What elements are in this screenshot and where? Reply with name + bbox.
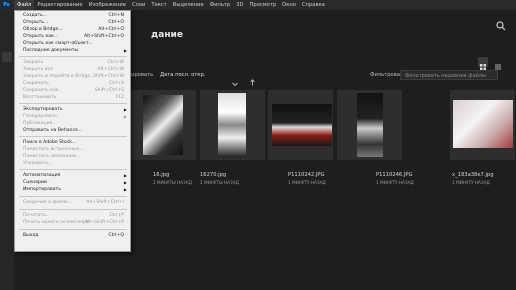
menu-type[interactable]: Текст — [148, 0, 169, 10]
thumbnail-5-name: x_183a38e7.jpg — [452, 172, 494, 178]
photoshop-logo: Ps — [2, 1, 11, 9]
page-title: дание — [151, 30, 183, 40]
menu-item-new[interactable]: Создать... Ctrl+N — [15, 12, 130, 19]
thumbnail-3-time: 1 МИНУТУ НАЗАД — [288, 180, 326, 185]
submenu-arrow-icon: ▶ — [123, 48, 127, 53]
sort-dropdown[interactable]: Дата посл. откр. — [160, 72, 205, 78]
menu-file[interactable]: Файл — [14, 0, 35, 10]
menu-item-publish[interactable]: Публикация... — [15, 120, 130, 127]
menu-item-recent-documents[interactable]: Последние документы ▶ — [15, 47, 130, 54]
menu-bar: Ps Файл Редактирование Изображение Слои … — [0, 0, 516, 10]
submenu-arrow-icon: ▶ — [123, 187, 127, 192]
menu-separator — [19, 136, 127, 137]
thumbnail-4-time: 1 МИНУТУ НАЗАД — [376, 180, 414, 185]
submenu-arrow-icon: ▶ — [123, 107, 127, 112]
menu-item-close[interactable]: Закрыть Ctrl+W — [15, 59, 130, 66]
search-icon[interactable] — [496, 16, 506, 31]
thumbnail-2-time: 2 МИНУТЫ НАЗАД — [200, 180, 239, 185]
menu-select[interactable]: Выделение — [170, 0, 207, 10]
thumbnail-1-time: 2 МИНУТЫ НАЗАД — [153, 180, 192, 185]
thumbnail-3-name: P1110242.JPG — [288, 172, 325, 178]
submenu-arrow-icon: ▶ — [123, 114, 127, 119]
menu-item-share-behance[interactable]: Отправить на Behance... — [15, 127, 130, 134]
menu-item-scripts[interactable]: Сценарии ▶ — [15, 179, 130, 186]
thumbnail-3[interactable] — [268, 90, 333, 160]
sort-direction-icon[interactable] — [250, 71, 255, 90]
menu-item-exit[interactable]: Выход Ctrl+Q — [15, 232, 130, 239]
menu-item-print[interactable]: Печатать... Ctrl+P — [15, 212, 130, 219]
menu-separator — [19, 209, 127, 210]
menu-item-open-smart-object[interactable]: Открыть как смарт-объект... — [15, 40, 130, 47]
menu-item-close-all[interactable]: Закрыть все Alt+Ctrl+W — [15, 66, 130, 73]
menu-image[interactable]: Изображение — [86, 0, 129, 10]
menu-3d[interactable]: 3D — [233, 0, 246, 10]
list-view-icon[interactable] — [493, 57, 503, 70]
menu-window[interactable]: Окно — [279, 0, 299, 10]
menu-help[interactable]: Справка — [299, 0, 328, 10]
menu-item-revert[interactable]: Восстановить F12 — [15, 94, 130, 101]
menu-edit[interactable]: Редактирование — [34, 0, 85, 10]
file-menu-dropdown: Создать... Ctrl+N Открыть... Ctrl+O Обзор … — [14, 10, 131, 252]
menu-layers[interactable]: Слои — [129, 0, 148, 10]
thumbnail-4-name: P1110246.JPG — [376, 172, 413, 178]
home-button[interactable] — [2, 52, 12, 62]
thumbnail-1[interactable] — [131, 90, 196, 160]
menu-view[interactable]: Просмотр — [247, 0, 280, 10]
grid-view-icon[interactable] — [478, 57, 488, 70]
thumbnail-2[interactable] — [200, 90, 265, 160]
menu-item-import[interactable]: Импортировать ▶ — [15, 186, 130, 193]
menu-item-file-info[interactable]: Сведения о файле... Alt+Shift+Ctrl+I — [15, 199, 130, 206]
menu-item-close-go-bridge[interactable]: Закрыть и перейти в Bridge... Shift+Ctrl+… — [15, 73, 130, 80]
chevron-down-icon[interactable] — [232, 72, 238, 91]
menu-separator — [19, 196, 127, 197]
thumbnail-4[interactable] — [337, 90, 402, 160]
sort-label: ировать — [131, 72, 154, 78]
menu-item-print-one-copy[interactable]: Печать одного экземпляра Alt+Shift+Ctrl+P — [15, 219, 130, 226]
menu-separator — [19, 229, 127, 230]
menu-item-open-as[interactable]: Открыть как... Alt+Shift+Ctrl+O — [15, 33, 130, 40]
menu-item-save[interactable]: Сохранить Ctrl+S — [15, 80, 130, 87]
menu-separator — [19, 103, 127, 104]
menu-separator — [19, 169, 127, 170]
menu-item-package[interactable]: Упаковать... — [15, 160, 130, 167]
menu-item-export[interactable]: Экспортировать ▶ — [15, 106, 130, 113]
menu-item-place-linked[interactable]: Поместить связанные... — [15, 153, 130, 160]
menu-item-place-embedded[interactable]: Поместить встроенные... — [15, 146, 130, 153]
menu-item-automate[interactable]: Автоматизация ▶ — [15, 172, 130, 179]
left-sidebar — [0, 10, 14, 290]
menu-item-open[interactable]: Открыть... Ctrl+O — [15, 19, 130, 26]
menu-item-save-as[interactable]: Сохранить как... Shift+Ctrl+S — [15, 87, 130, 94]
thumbnail-5[interactable] — [450, 90, 515, 160]
thumbnail-5-time: 1 МИНУТУ НАЗАД — [452, 180, 490, 185]
submenu-arrow-icon: ▶ — [123, 180, 127, 185]
menu-filter[interactable]: Фильтр — [207, 0, 234, 10]
submenu-arrow-icon: ▶ — [123, 173, 127, 178]
menu-item-search-adobe-stock[interactable]: Поиск в Adobe Stock... — [15, 139, 130, 146]
menu-item-browse-bridge[interactable]: Обзор в Bridge... Alt+Ctrl+O — [15, 26, 130, 33]
thumbnail-1-name: 16.jpg — [153, 172, 170, 178]
thumbnail-2-name: 16270.jpg — [200, 172, 227, 178]
menu-item-generate[interactable]: Генерировать ▶ — [15, 113, 130, 120]
menu-separator — [19, 56, 127, 57]
